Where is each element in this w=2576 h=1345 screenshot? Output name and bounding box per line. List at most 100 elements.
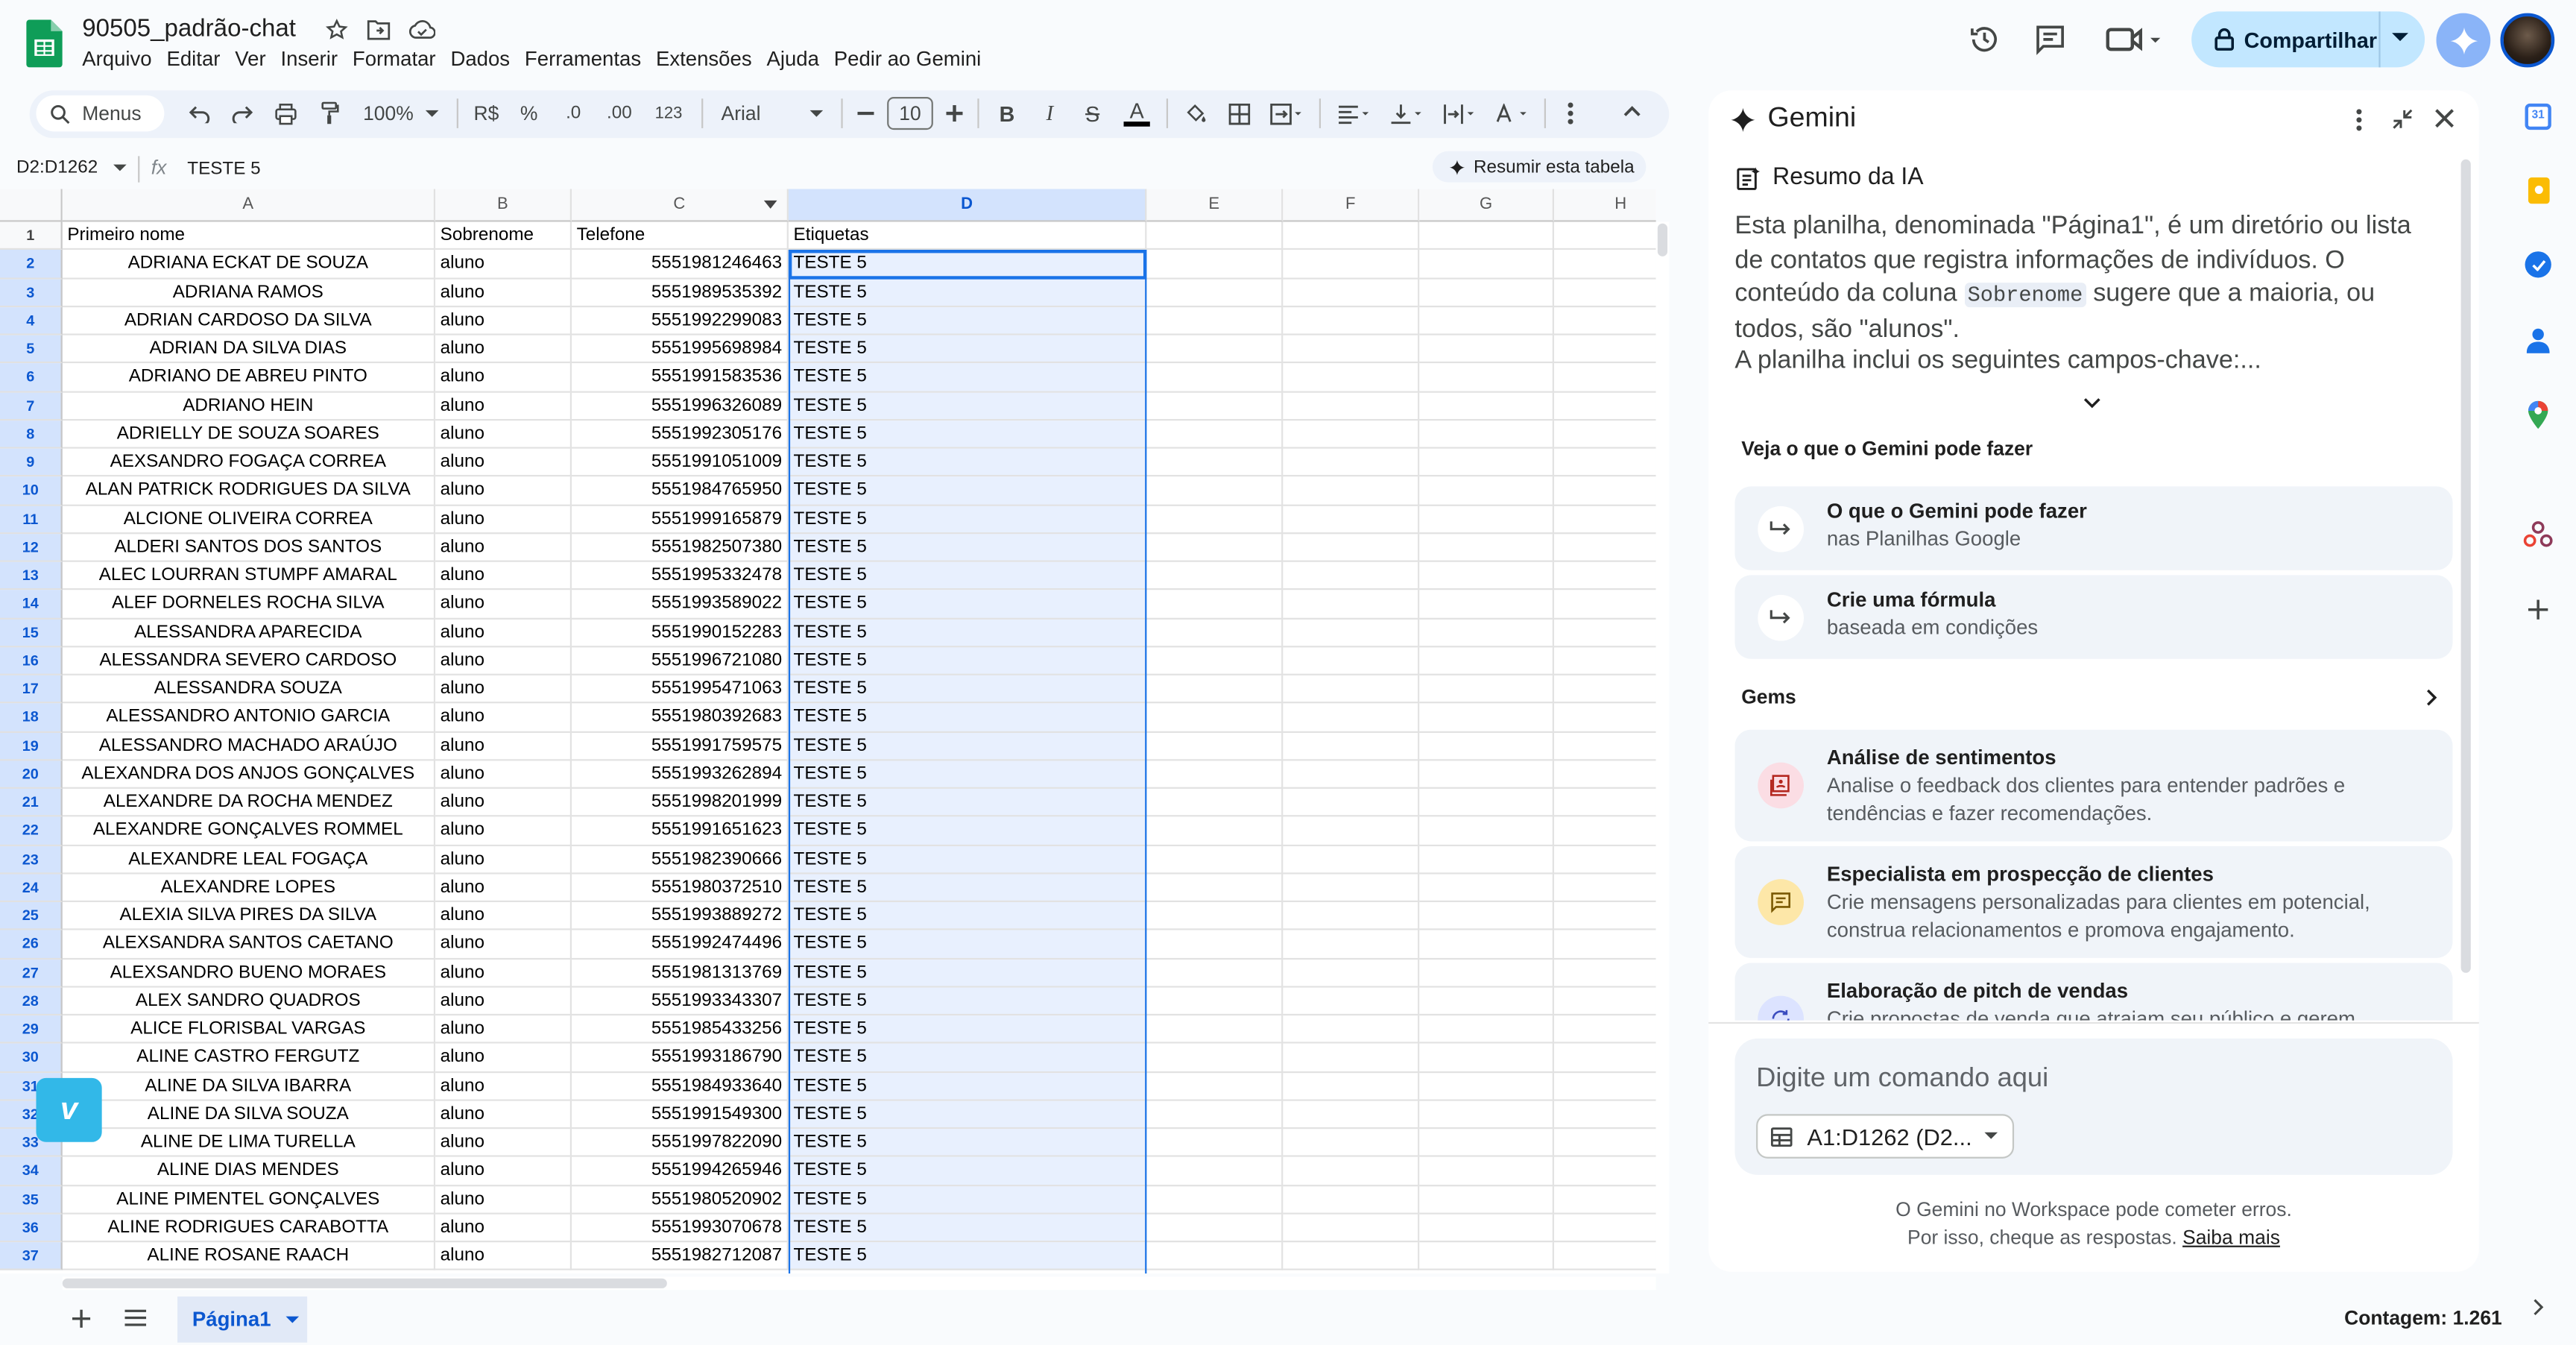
table-cell[interactable] bbox=[1553, 534, 1656, 562]
table-cell[interactable]: ALEXANDRA DOS ANJOS GONÇALVES bbox=[62, 760, 436, 789]
menu-inserir[interactable]: Inserir bbox=[280, 48, 346, 71]
table-cell[interactable]: ALEXIA SILVA PIRES DA SILVA bbox=[62, 901, 436, 931]
column-header-c[interactable]: C bbox=[571, 189, 789, 222]
table-cell[interactable] bbox=[1419, 816, 1554, 845]
table-cell[interactable]: TESTE 5 bbox=[788, 901, 1147, 931]
table-cell[interactable]: 5551993070678 bbox=[571, 1214, 789, 1243]
table-cell[interactable] bbox=[1283, 1044, 1420, 1073]
table-cell[interactable] bbox=[1553, 1072, 1656, 1101]
sheet-tab-pagina1[interactable]: Página1 bbox=[177, 1296, 308, 1343]
menu-editar[interactable]: Editar bbox=[166, 48, 228, 71]
table-cell[interactable] bbox=[1419, 1015, 1554, 1045]
decrease-decimal-button[interactable]: .0 bbox=[555, 94, 591, 133]
table-cell[interactable]: ADRIANO DE ABREU PINTO bbox=[62, 363, 436, 392]
table-cell[interactable] bbox=[1553, 1242, 1656, 1271]
table-cell[interactable] bbox=[1146, 590, 1284, 619]
table-cell[interactable] bbox=[1553, 732, 1656, 760]
meet-icon[interactable] bbox=[2106, 25, 2162, 54]
table-cell[interactable] bbox=[1553, 704, 1656, 732]
table-cell[interactable]: ALINE ROSANE RAACH bbox=[62, 1242, 436, 1271]
table-cell[interactable]: ALESSANDRA SOUZA bbox=[62, 675, 436, 704]
table-cell[interactable] bbox=[1283, 335, 1420, 364]
table-cell[interactable] bbox=[1283, 590, 1420, 619]
table-cell[interactable] bbox=[1419, 987, 1554, 1016]
table-cell[interactable] bbox=[1146, 845, 1284, 874]
vimeo-extension-button[interactable]: v bbox=[36, 1077, 102, 1142]
table-cell[interactable] bbox=[1553, 307, 1656, 336]
table-cell[interactable] bbox=[1419, 590, 1554, 619]
table-cell[interactable] bbox=[1553, 647, 1656, 675]
table-cell[interactable] bbox=[1419, 1044, 1554, 1073]
row-header[interactable]: 5 bbox=[0, 335, 63, 364]
font-select[interactable]: Arial bbox=[715, 94, 830, 133]
table-cell[interactable] bbox=[1553, 449, 1656, 477]
table-cell[interactable]: aluno bbox=[435, 278, 572, 307]
table-cell[interactable]: ADRIANO HEIN bbox=[62, 391, 436, 420]
gem-card[interactable]: Especialista em prospecção de clientes C… bbox=[1734, 846, 2453, 958]
row-header[interactable]: 36 bbox=[0, 1214, 63, 1243]
table-cell[interactable] bbox=[1283, 391, 1420, 420]
gems-heading[interactable]: Gems bbox=[1741, 685, 1796, 708]
table-cell[interactable]: aluno bbox=[435, 420, 572, 449]
row-header[interactable]: 19 bbox=[0, 731, 63, 760]
table-cell[interactable] bbox=[1553, 562, 1656, 590]
table-cell[interactable]: ALINE DE LIMA TURELLA bbox=[62, 1129, 436, 1158]
menu-extensoes[interactable]: Extensões bbox=[656, 48, 760, 71]
table-cell[interactable] bbox=[1283, 675, 1420, 704]
table-cell[interactable]: TESTE 5 bbox=[788, 533, 1147, 562]
document-title[interactable]: 90505_padrão-chat bbox=[82, 15, 296, 42]
row-header[interactable]: 22 bbox=[0, 816, 63, 845]
horizontal-align-icon[interactable] bbox=[1332, 94, 1374, 133]
table-cell[interactable] bbox=[1283, 1242, 1420, 1271]
vertical-align-icon[interactable] bbox=[1385, 94, 1427, 133]
table-cell[interactable]: 5551991583536 bbox=[571, 363, 789, 392]
table-cell[interactable]: 5551991759575 bbox=[571, 731, 789, 760]
sheets-logo[interactable] bbox=[26, 19, 63, 68]
table-cell[interactable]: 5551995471063 bbox=[571, 675, 789, 704]
table-cell[interactable]: 5551997822090 bbox=[571, 1129, 789, 1158]
table-cell[interactable]: TESTE 5 bbox=[788, 987, 1147, 1016]
table-cell[interactable]: 5551980372510 bbox=[571, 873, 789, 902]
table-cell[interactable] bbox=[1146, 1129, 1284, 1158]
increase-decimal-button[interactable]: .00 bbox=[602, 94, 637, 133]
table-cell[interactable]: TESTE 5 bbox=[788, 391, 1147, 420]
formula-input[interactable]: TESTE 5 bbox=[187, 160, 260, 179]
table-cell[interactable]: ALEXSANDRA SANTOS CAETANO bbox=[62, 930, 436, 960]
table-cell[interactable] bbox=[1553, 336, 1656, 364]
table-cell[interactable]: ALINE DA SILVA IBARRA bbox=[62, 1072, 436, 1101]
table-cell[interactable] bbox=[1283, 420, 1420, 449]
table-cell[interactable] bbox=[1419, 703, 1554, 732]
table-cell[interactable] bbox=[1553, 959, 1656, 988]
name-box-dropdown-icon[interactable] bbox=[113, 164, 127, 172]
table-cell[interactable] bbox=[1146, 505, 1284, 534]
table-cell[interactable] bbox=[1553, 675, 1656, 704]
column-header-a[interactable]: A bbox=[62, 189, 436, 222]
paint-format-icon[interactable] bbox=[314, 94, 347, 133]
table-cell[interactable]: ALINE DIAS MENDES bbox=[62, 1157, 436, 1186]
table-cell[interactable]: aluno bbox=[435, 363, 572, 392]
table-cell[interactable]: aluno bbox=[435, 930, 572, 960]
table-cell[interactable] bbox=[1283, 788, 1420, 817]
comments-icon[interactable] bbox=[2034, 23, 2067, 56]
table-cell[interactable] bbox=[1146, 363, 1284, 392]
table-cell[interactable]: ALEX SANDRO QUADROS bbox=[62, 987, 436, 1016]
row-header[interactable]: 29 bbox=[0, 1015, 63, 1045]
table-cell[interactable]: 5551995332478 bbox=[571, 561, 789, 590]
menus-search[interactable]: Menus bbox=[36, 95, 165, 132]
table-cell[interactable]: aluno bbox=[435, 505, 572, 534]
table-cell[interactable] bbox=[1146, 561, 1284, 590]
table-cell[interactable]: TESTE 5 bbox=[788, 1044, 1147, 1073]
row-header[interactable]: 4 bbox=[0, 306, 63, 336]
table-cell[interactable] bbox=[1553, 1100, 1656, 1130]
table-cell[interactable] bbox=[1283, 901, 1420, 931]
table-cell[interactable]: TESTE 5 bbox=[788, 278, 1147, 307]
table-cell[interactable]: 5551992474496 bbox=[571, 930, 789, 960]
table-cell[interactable]: ALEXANDRE DA ROCHA MENDEZ bbox=[62, 788, 436, 817]
summarize-table-button[interactable]: Resumir esta tabela bbox=[1432, 151, 1647, 183]
table-cell[interactable]: 5551994265946 bbox=[571, 1157, 789, 1186]
table-cell[interactable] bbox=[1283, 731, 1420, 760]
table-cell[interactable]: TESTE 5 bbox=[788, 675, 1147, 704]
table-cell[interactable]: TESTE 5 bbox=[788, 646, 1147, 675]
table-cell[interactable] bbox=[1553, 845, 1656, 874]
table-cell[interactable] bbox=[1283, 845, 1420, 874]
